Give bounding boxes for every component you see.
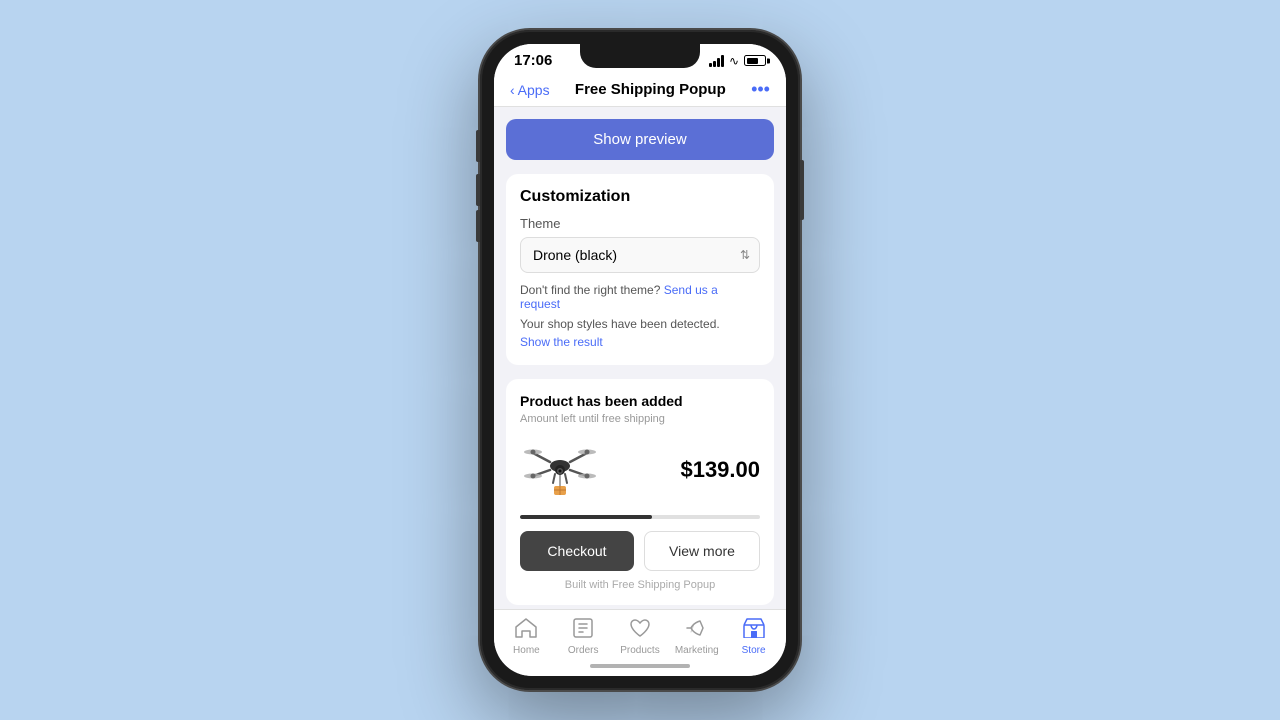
back-chevron-icon: ‹ (510, 82, 515, 98)
tab-bar: Home Orders Products (494, 609, 786, 660)
notch (580, 44, 700, 68)
customization-title: Customization (520, 188, 760, 206)
status-icons: ∿ (709, 55, 766, 67)
marketing-icon (686, 618, 708, 642)
more-options-button[interactable]: ••• (751, 79, 770, 100)
nav-bar: ‹ Apps Free Shipping Popup ••• (494, 73, 786, 107)
customization-section: Customization Theme Drone (black) ⇅ Don'… (506, 174, 774, 365)
product-added-title: Product has been added (520, 393, 760, 409)
helper-text: Don't find the right theme? Send us a re… (520, 283, 760, 311)
product-subtitle: Amount left until free shipping (520, 413, 760, 425)
nav-title: Free Shipping Popup (575, 81, 726, 98)
product-content: $139.00 (520, 435, 760, 505)
phone-wrapper: 17:06 ∿ ‹ Apps Free Shipping Popup ••• (480, 30, 800, 690)
product-popup-preview: Product has been added Amount left until… (506, 379, 774, 605)
battery-icon (744, 55, 766, 66)
tab-store[interactable]: Store (725, 618, 782, 656)
theme-select[interactable]: Drone (black) (520, 237, 760, 273)
tab-home-label: Home (513, 645, 540, 656)
home-icon (515, 618, 537, 642)
tab-marketing[interactable]: Marketing (668, 618, 725, 656)
view-more-button[interactable]: View more (644, 531, 760, 571)
show-preview-button[interactable]: Show preview (506, 119, 774, 160)
drone-svg (523, 438, 598, 503)
action-buttons: Checkout View more (520, 531, 760, 571)
products-icon (629, 618, 651, 642)
tab-products-label: Products (620, 645, 659, 656)
drone-image (520, 435, 600, 505)
back-label: Apps (518, 82, 550, 98)
tab-home[interactable]: Home (498, 618, 555, 656)
store-icon (743, 618, 765, 642)
tab-products[interactable]: Products (612, 618, 669, 656)
show-result-link[interactable]: Show the result (520, 335, 603, 349)
nav-back-button[interactable]: ‹ Apps (510, 82, 550, 98)
built-with-text: Built with Free Shipping Popup (520, 579, 760, 591)
progress-bar-fill (520, 515, 652, 519)
detected-text: Your shop styles have been detected. (520, 317, 760, 331)
theme-select-wrapper: Drone (black) ⇅ (520, 237, 760, 273)
wifi-icon: ∿ (729, 55, 739, 67)
tab-store-label: Store (742, 645, 766, 656)
tab-orders-label: Orders (568, 645, 599, 656)
home-bar (590, 664, 690, 668)
home-indicator (494, 660, 786, 676)
theme-label: Theme (520, 216, 760, 231)
product-price: $139.00 (610, 457, 760, 483)
content-scroll: Show preview Customization Theme Drone (… (494, 107, 786, 609)
status-time: 17:06 (514, 52, 552, 69)
tab-orders[interactable]: Orders (555, 618, 612, 656)
progress-bar (520, 515, 760, 519)
signal-icon (709, 55, 724, 67)
checkout-button[interactable]: Checkout (520, 531, 634, 571)
helper-text-static: Don't find the right theme? (520, 283, 660, 297)
tab-marketing-label: Marketing (675, 645, 719, 656)
phone-screen: 17:06 ∿ ‹ Apps Free Shipping Popup ••• (494, 44, 786, 676)
orders-icon (573, 618, 593, 642)
